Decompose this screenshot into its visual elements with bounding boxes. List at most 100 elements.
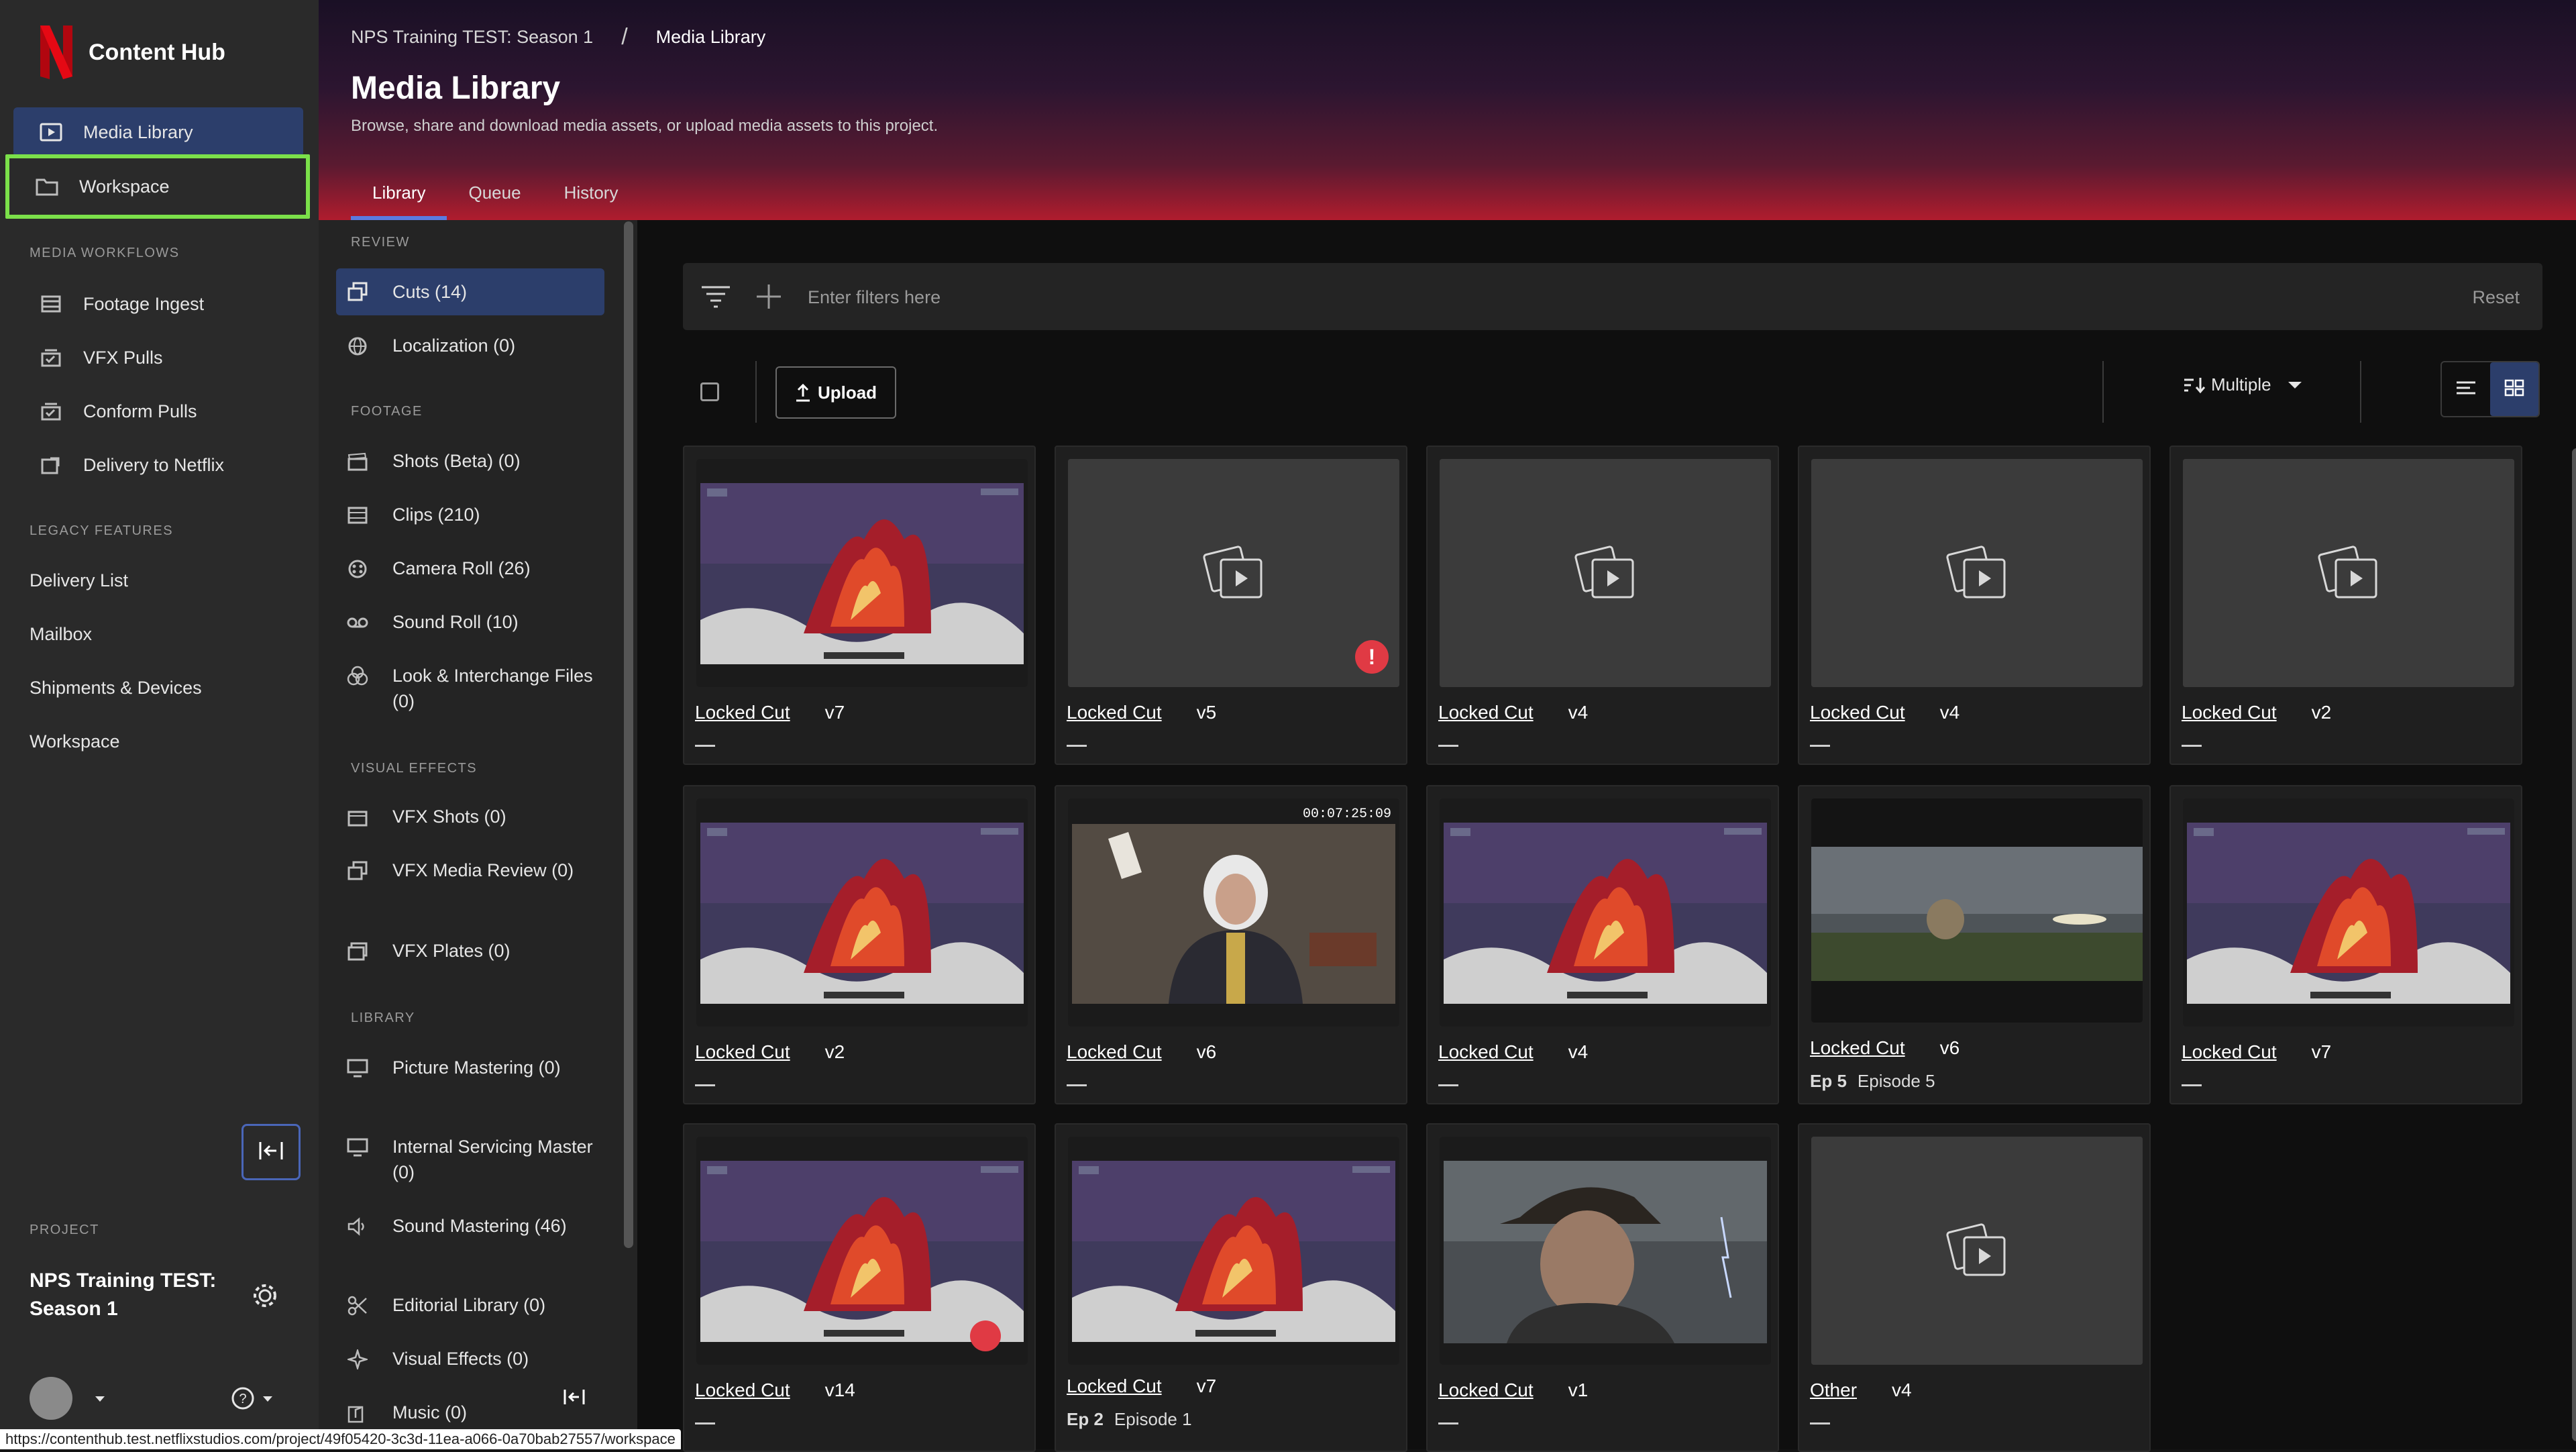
tab-history[interactable]: History — [543, 173, 640, 220]
category-look-interchange[interactable]: Look & Interchange Files (0) — [336, 663, 604, 714]
category-clips[interactable]: Clips (210) — [336, 502, 604, 527]
media-card[interactable]: Locked Cut v2 — [2169, 446, 2522, 765]
error-icon[interactable] — [970, 1320, 1001, 1351]
card-title-link[interactable]: Other — [1810, 1380, 1857, 1401]
card-title-link[interactable]: Locked Cut — [2182, 1041, 2277, 1063]
tab-library[interactable]: Library — [351, 173, 447, 220]
card-title-link[interactable]: Locked Cut — [695, 1041, 790, 1063]
media-card[interactable]: Locked Cut v1 — [1426, 1123, 1779, 1452]
filter-input[interactable]: Enter filters here — [808, 287, 941, 308]
media-card[interactable]: Locked Cut v6 Ep 5 Episode 5 — [1798, 785, 2151, 1104]
list-view-button[interactable] — [2442, 362, 2490, 416]
category-camera-roll[interactable]: Camera Roll (26) — [336, 556, 604, 581]
card-title-link[interactable]: Locked Cut — [1810, 702, 1905, 723]
grid-view-button[interactable] — [2490, 362, 2538, 416]
collapse-sidebar-button[interactable] — [241, 1124, 301, 1180]
category-cuts[interactable]: Cuts (14) — [336, 268, 604, 315]
avatar[interactable] — [30, 1377, 72, 1420]
category-shots[interactable]: Shots (Beta) (0) — [336, 448, 604, 474]
card-title-link[interactable]: Locked Cut — [1438, 1380, 1534, 1401]
upload-button[interactable]: Upload — [775, 366, 896, 419]
media-thumbnail[interactable] — [696, 798, 1028, 1027]
media-card[interactable]: Locked Cut v4 — [1426, 785, 1779, 1104]
media-thumbnail[interactable] — [1811, 1137, 2143, 1365]
media-thumbnail[interactable] — [1811, 459, 2143, 687]
sort-dropdown[interactable]: Multiple — [2183, 374, 2302, 395]
artwork-thumbnail — [696, 798, 1028, 1027]
nav-delivery-list[interactable]: Delivery List — [30, 570, 128, 591]
category-picture-mastering[interactable]: Picture Mastering (0) — [336, 1055, 604, 1080]
select-all-checkbox[interactable] — [700, 382, 719, 401]
media-thumbnail[interactable] — [1440, 1137, 1771, 1365]
card-title-link[interactable]: Locked Cut — [2182, 702, 2277, 723]
card-title-link[interactable]: Locked Cut — [1067, 1376, 1162, 1397]
collapse-subnav-button[interactable] — [561, 1385, 588, 1412]
media-thumbnail[interactable] — [1068, 1137, 1399, 1365]
card-title-link[interactable]: Locked Cut — [1810, 1037, 1905, 1059]
category-editorial-library[interactable]: Editorial Library (0) — [336, 1292, 604, 1318]
media-thumbnail[interactable]: 00:07:25:09 — [1068, 798, 1399, 1027]
media-thumbnail[interactable] — [2183, 798, 2514, 1027]
category-sound-roll[interactable]: Sound Roll (10) — [336, 609, 604, 635]
filter-icon[interactable] — [700, 284, 731, 312]
card-title-link[interactable]: Locked Cut — [1438, 1041, 1534, 1063]
category-visual-effects[interactable]: Visual Effects (0) — [336, 1346, 604, 1371]
media-card[interactable]: Locked Cut v4 — [1798, 446, 2151, 765]
reset-button[interactable]: Reset — [2472, 287, 2520, 308]
nav-conform-pulls[interactable]: Conform Pulls — [13, 386, 303, 436]
user-menu-chevron-down-icon[interactable] — [94, 1394, 106, 1406]
category-sound-mastering[interactable]: Sound Mastering (46) — [336, 1213, 604, 1239]
media-thumbnail[interactable] — [1440, 798, 1771, 1027]
nav-mailbox[interactable]: Mailbox — [30, 624, 92, 645]
card-title-link[interactable]: Locked Cut — [695, 1380, 790, 1401]
nav-delivery-to-netflix[interactable]: Delivery to Netflix — [13, 440, 303, 490]
help-chevron-down-icon[interactable] — [262, 1394, 274, 1406]
gear-icon[interactable] — [250, 1280, 280, 1311]
nav-workspace[interactable]: Workspace — [5, 154, 310, 219]
card-title-link[interactable]: Locked Cut — [1067, 702, 1162, 723]
nav-shipments-devices[interactable]: Shipments & Devices — [30, 678, 202, 698]
breadcrumb-current: Media Library — [655, 27, 766, 47]
scrollbar-thumb[interactable] — [624, 221, 633, 1248]
media-thumbnail[interactable] — [1811, 798, 2143, 1023]
tab-queue[interactable]: Queue — [447, 173, 542, 220]
category-vfx-shots[interactable]: VFX Shots (0) — [336, 804, 604, 829]
media-thumbnail[interactable] — [696, 1137, 1028, 1365]
category-vfx-media-review[interactable]: VFX Media Review (0) — [336, 858, 604, 883]
media-card[interactable]: Locked Cut v2 — [683, 785, 1036, 1104]
category-scrollbar[interactable] — [624, 221, 633, 1255]
media-card[interactable]: Locked Cut v4 — [1426, 446, 1779, 765]
brand[interactable]: Content Hub — [40, 25, 225, 79]
grid-scrollbar[interactable] — [2572, 448, 2576, 1441]
media-thumbnail[interactable] — [2183, 459, 2514, 687]
nav-legacy-workspace[interactable]: Workspace — [30, 731, 120, 752]
media-card[interactable]: ! Locked Cut v5 — [1055, 446, 1407, 765]
nav-media-library[interactable]: Media Library — [13, 107, 303, 157]
category-label: Clips (210) — [392, 505, 480, 525]
media-card[interactable]: Locked Cut v14 — [683, 1123, 1036, 1452]
card-title-link[interactable]: Locked Cut — [1067, 1041, 1162, 1063]
page-title: Media Library — [351, 70, 561, 106]
category-localization[interactable]: Localization (0) — [336, 333, 604, 358]
card-title-row: Locked Cut v4 — [1810, 702, 1960, 723]
media-thumbnail[interactable] — [1440, 459, 1771, 687]
category-internal-servicing-master[interactable]: Internal Servicing Master (0) — [336, 1134, 604, 1185]
add-filter-icon[interactable] — [755, 283, 782, 313]
category-vfx-plates[interactable]: VFX Plates (0) — [336, 938, 604, 964]
card-title-link[interactable]: Locked Cut — [1438, 702, 1534, 723]
media-thumbnail[interactable]: ! — [1068, 459, 1399, 687]
nav-footage-ingest[interactable]: Footage Ingest — [13, 279, 303, 329]
media-card[interactable]: Other v4 — [1798, 1123, 2151, 1452]
card-title-link[interactable]: Locked Cut — [695, 702, 790, 723]
media-card[interactable]: Locked Cut v7 — [2169, 785, 2522, 1104]
help-icon[interactable]: ? — [231, 1386, 255, 1414]
media-card[interactable]: Locked Cut v7 — [683, 446, 1036, 765]
section-label-review: REVIEW — [351, 235, 410, 250]
filter-bar[interactable]: Enter filters here Reset — [683, 263, 2542, 330]
media-thumbnail[interactable] — [696, 459, 1028, 687]
nav-vfx-pulls[interactable]: VFX Pulls — [13, 333, 303, 382]
breadcrumb-project[interactable]: NPS Training TEST: Season 1 — [351, 27, 593, 48]
media-card[interactable]: 00:07:25:09 Locked Cut v6 — [1055, 785, 1407, 1104]
media-card[interactable]: Locked Cut v7 Ep 2 Episode 1 — [1055, 1123, 1407, 1452]
error-icon[interactable]: ! — [1355, 640, 1389, 674]
